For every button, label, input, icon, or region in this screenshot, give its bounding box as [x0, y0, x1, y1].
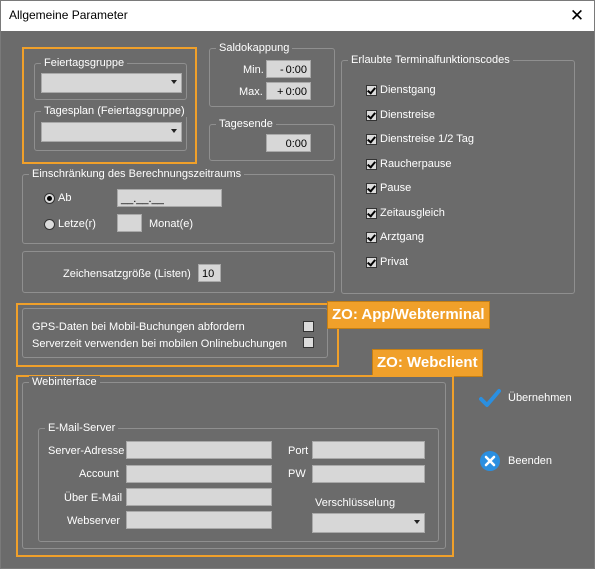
checkmark-icon [479, 389, 501, 407]
terminal-code-checkbox[interactable] [366, 109, 377, 121]
title-bar: Allgemeine Parameter ✕ [1, 1, 594, 31]
server-adresse-label: Server-Adresse [48, 445, 125, 457]
window-title: Allgemeine Parameter [9, 8, 128, 22]
terminal-code-checkbox[interactable] [366, 256, 377, 268]
webinterface-label: Webinterface [29, 376, 100, 388]
letzte-radio[interactable] [44, 219, 55, 230]
saldo-max-input[interactable]: + 0:00 [266, 82, 311, 100]
ab-radio[interactable] [44, 193, 55, 204]
terminal-code-checkbox[interactable] [366, 183, 377, 194]
terminal-code-label: Arztgang [380, 231, 425, 243]
webclient-tag: ZO: Webclient [372, 349, 483, 377]
email-server-label: E-Mail-Server [45, 422, 119, 434]
tagesplan-select[interactable] [41, 122, 182, 142]
pw-input[interactable] [312, 465, 425, 483]
tagesende-value: 0:00 [285, 138, 307, 150]
terminal-code-label: Dienstgang [380, 84, 436, 96]
monat-label: Monat(e) [149, 218, 194, 230]
saldo-max-sign: + [277, 86, 284, 98]
webserver-label: Webserver [67, 515, 120, 527]
webserver-input[interactable] [126, 511, 272, 529]
einschraenkung-label: Einschränkung des Berechnungszeitraums [29, 168, 245, 180]
pw-label: PW [288, 468, 306, 480]
zeichensatz-input[interactable]: 10 [198, 264, 221, 282]
saldokappung-label: Saldokappung [216, 42, 293, 54]
saldo-max-value: 0:00 [285, 86, 307, 98]
monate-input[interactable] [117, 214, 142, 232]
server-adresse-input[interactable] [126, 441, 272, 459]
feiertagsgruppe-select[interactable] [41, 73, 182, 93]
app-webterminal-tag: ZO: App/Webterminal [327, 301, 490, 329]
terminal-code-checkbox[interactable] [366, 85, 377, 96]
terminal-code-label: Raucherpause [380, 157, 452, 170]
port-input[interactable] [312, 441, 425, 459]
terminal-code-label: Pause [380, 182, 412, 194]
terminal-code-label: Privat [380, 255, 409, 268]
serverzeit-label: Serverzeit verwenden bei mobilen Onlineb… [32, 338, 287, 350]
dialog-window: Allgemeine Parameter ✕ Feiertagsgruppe T… [0, 0, 595, 569]
close-icon[interactable]: ✕ [560, 1, 594, 31]
feiertagsgruppe-label: Feiertagsgruppe [41, 57, 128, 69]
saldo-max-label: Max. [239, 86, 263, 98]
gps-group [22, 308, 328, 358]
einschraenkung-group: Einschränkung des Berechnungszeitraums [22, 168, 335, 244]
saldo-min-sign: - [280, 64, 284, 76]
terminal-code-checkbox[interactable] [366, 207, 377, 219]
zeichensatz-label: Zeichensatzgröße (Listen) [63, 268, 191, 280]
serverzeit-checkbox[interactable] [303, 337, 314, 348]
ab-date-value: __.__.__ [121, 193, 164, 205]
tagesplan-label: Tagesplan (Feiertagsgruppe) [41, 105, 188, 117]
gps-label: GPS-Daten bei Mobil-Buchungen abfordern [32, 321, 245, 333]
ueber-email-label: Über E-Mail [64, 492, 123, 504]
port-label: Port [288, 445, 309, 457]
verschluesselung-select[interactable] [312, 513, 425, 533]
saldo-min-label: Min. [243, 64, 264, 76]
terminal-codes-label: Erlaubte Terminalfunktionscodes [348, 54, 513, 66]
account-input[interactable] [126, 465, 272, 483]
terminal-code-checkbox[interactable] [366, 134, 377, 145]
letzte-label: Letze(r) [58, 218, 96, 230]
saldo-min-input[interactable]: - 0:00 [266, 60, 311, 78]
terminal-code-label: Zeitausgleich [380, 206, 445, 219]
saldo-min-value: 0:00 [285, 64, 307, 76]
chevron-down-icon [414, 520, 420, 524]
tagesende-label: Tagesende [216, 118, 276, 130]
ab-date-input[interactable]: __.__.__ [117, 189, 222, 207]
gps-checkbox[interactable] [303, 321, 314, 332]
terminal-code-label: Dienstreise 1/2 Tag [380, 133, 474, 145]
cancel-icon [480, 451, 500, 471]
chevron-down-icon [171, 80, 177, 84]
beenden-button[interactable]: Beenden [479, 450, 579, 472]
terminal-code-checkbox[interactable] [366, 232, 377, 243]
chevron-down-icon [171, 129, 177, 133]
beenden-label: Beenden [508, 455, 553, 467]
tagesende-input[interactable]: 0:00 [266, 134, 311, 152]
uebernehmen-button[interactable]: Übernehmen [479, 388, 579, 410]
ab-label: Ab [58, 192, 72, 204]
terminal-code-checkbox[interactable] [366, 158, 377, 170]
ueber-email-input[interactable] [126, 488, 272, 506]
terminal-code-label: Dienstreise [380, 108, 436, 121]
verschluesselung-label: Verschlüsselung [315, 497, 396, 509]
uebernehmen-label: Übernehmen [508, 392, 572, 404]
account-label: Account [79, 468, 119, 480]
zeichensatz-value: 10 [202, 268, 215, 280]
